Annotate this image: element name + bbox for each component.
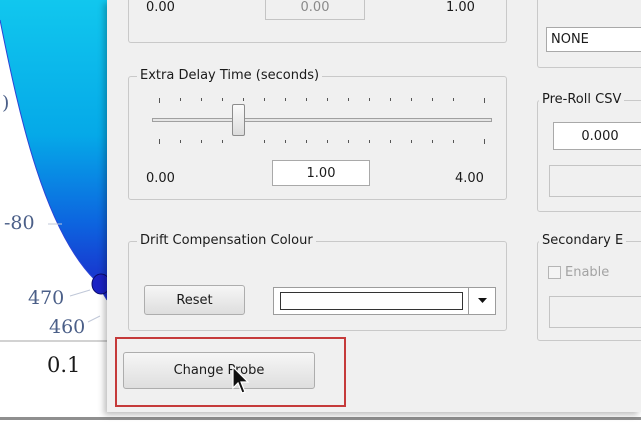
preroll-value-text: 0.000 [581, 128, 619, 144]
drift-colour-dropdown[interactable] [273, 287, 496, 315]
delay-min-label: 0.00 [146, 171, 175, 186]
spectral-locus-area [0, 0, 107, 300]
chevron-down-icon[interactable] [468, 288, 495, 314]
colour-swatch [280, 292, 463, 310]
reset-button[interactable]: Reset [144, 285, 245, 315]
preroll-secondary-field[interactable] [549, 165, 641, 197]
tick-mark [87, 315, 101, 323]
mouse-cursor-icon [232, 366, 250, 394]
extra-delay-group-label: Extra Delay Time (seconds) [137, 68, 323, 83]
highlight-box [115, 337, 346, 407]
chart-partial-label: ) [2, 92, 10, 114]
delay-slider-thumb[interactable] [232, 104, 245, 136]
secondary-field[interactable] [549, 296, 641, 328]
chart-tick-label: 470 [28, 287, 65, 309]
delay-value-text: 1.00 [306, 165, 336, 181]
secondary-group-label: Secondary E [539, 233, 627, 248]
enable-label: Enable [565, 265, 610, 280]
output-select[interactable]: NONE [546, 27, 641, 52]
top-group [128, 0, 507, 43]
delay-slider-track[interactable] [152, 118, 492, 122]
chart-x-label: 0.1 [47, 353, 81, 377]
chart-tick-label: -80 [4, 212, 35, 234]
window-bottom-border [0, 417, 641, 420]
delay-value-field[interactable]: 1.00 [272, 160, 370, 186]
chart-tick-label: 460 [49, 316, 86, 338]
drift-compensation-group-label: Drift Compensation Colour [137, 233, 316, 248]
delay-max-label: 4.00 [455, 171, 484, 186]
preroll-group-label: Pre-Roll CSV [539, 92, 625, 107]
reset-button-label: Reset [176, 292, 213, 308]
enable-checkbox[interactable] [548, 266, 561, 279]
output-select-value: NONE [551, 32, 589, 47]
preroll-value-field[interactable]: 0.000 [553, 122, 641, 150]
tick-mark [69, 289, 91, 297]
